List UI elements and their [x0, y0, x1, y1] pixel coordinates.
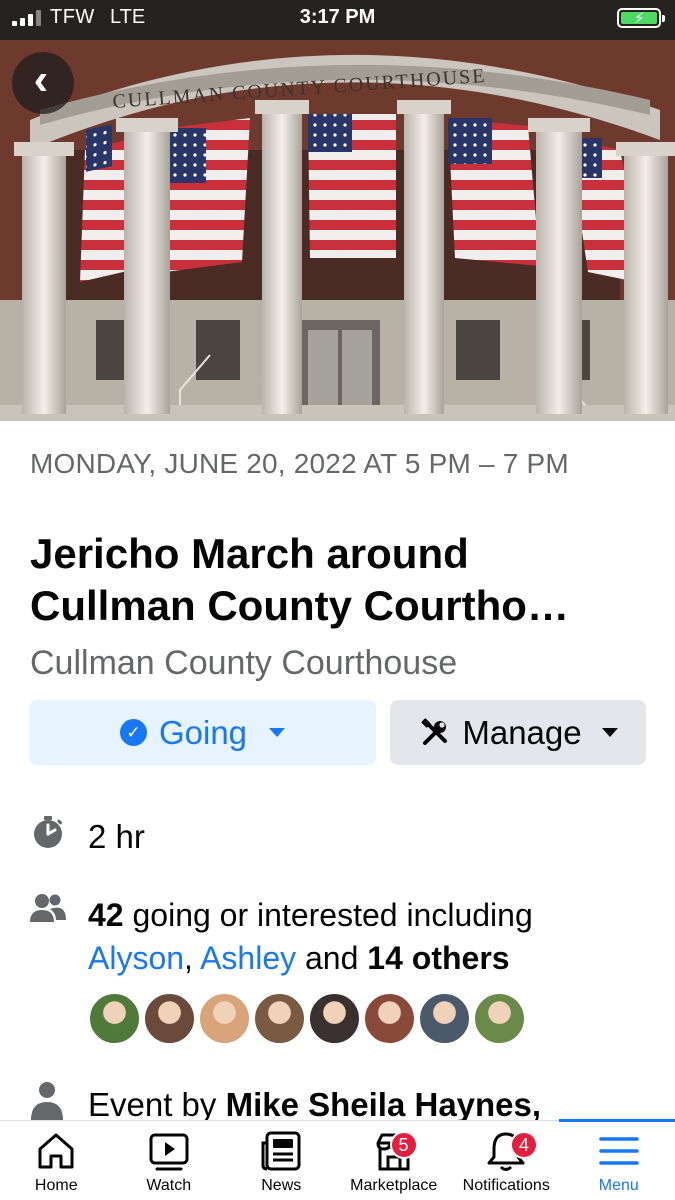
event-cover-photo: CULLMAN COUNTY COURTHOUSE: [0, 0, 675, 421]
tab-home[interactable]: Home: [0, 1121, 113, 1200]
avatar[interactable]: [143, 992, 196, 1045]
going-button[interactable]: ✓ Going: [29, 700, 376, 765]
event-date-time: MONDAY, JUNE 20, 2022 AT 5 PM – 7 PM: [30, 448, 569, 479]
chevron-left-icon: ‹: [33, 55, 49, 104]
friend-link-alyson[interactable]: Alyson: [88, 940, 184, 976]
friend-link-ashley[interactable]: Ashley: [200, 940, 296, 976]
tab-label: Menu: [598, 1177, 639, 1194]
event-title[interactable]: Jericho March around Cullman County Cour…: [30, 528, 650, 632]
status-bar: TFW LTE 3:17 PM ⚡: [0, 0, 675, 36]
others-link[interactable]: 14 others: [367, 940, 509, 976]
avatar[interactable]: [88, 992, 141, 1045]
status-time: 3:17 PM: [299, 6, 376, 28]
tab-label: Notifications: [462, 1177, 550, 1194]
event-duration: 2 hr: [88, 818, 145, 855]
caret-down-icon: [601, 728, 618, 737]
news-icon: [261, 1131, 301, 1171]
avatar[interactable]: [198, 992, 251, 1045]
check-circle-icon: ✓: [119, 719, 147, 746]
avatar[interactable]: [363, 992, 416, 1045]
stopwatch-icon: [34, 816, 63, 848]
host-prefix: Event by: [88, 1086, 226, 1123]
people-icon: [30, 894, 66, 922]
event-host: Event by Mike Sheila Haynes,: [88, 1086, 541, 1124]
marketplace-badge: 5: [389, 1131, 418, 1159]
attendance-count: 42: [88, 897, 124, 933]
caret-down-icon: [269, 728, 286, 737]
tab-label: Marketplace: [350, 1177, 438, 1194]
avatar[interactable]: [418, 992, 471, 1045]
attendance-separator: ,: [184, 940, 201, 976]
avatar[interactable]: [308, 992, 361, 1045]
manage-button[interactable]: Manage: [390, 700, 646, 765]
watch-icon: [149, 1133, 189, 1171]
battery-charging-icon: ⚡: [617, 8, 665, 28]
going-button-label: Going: [158, 713, 248, 751]
manage-button-label: Manage: [462, 713, 582, 751]
person-icon: [31, 1082, 63, 1120]
tab-menu[interactable]: Menu: [558, 1119, 675, 1200]
event-title-line-2: Cullman County Courtho…: [30, 582, 569, 629]
home-icon: [38, 1133, 74, 1169]
tab-marketplace[interactable]: 5 Marketplace: [338, 1121, 451, 1200]
tab-notifications[interactable]: 4 Notifications: [450, 1121, 563, 1200]
attendee-avatars[interactable]: [88, 992, 526, 1045]
avatar[interactable]: [253, 992, 306, 1045]
host-name-link[interactable]: Mike Sheila Haynes,: [226, 1086, 541, 1123]
avatar[interactable]: [473, 992, 526, 1045]
attendance-summary: 42 going or interested including Alyson,…: [88, 894, 648, 980]
tab-label: Watch: [146, 1177, 192, 1194]
tab-label: News: [261, 1177, 302, 1194]
event-location[interactable]: Cullman County Courthouse: [30, 644, 457, 683]
tab-label: Home: [34, 1177, 78, 1194]
notifications-badge: 4: [510, 1131, 538, 1159]
menu-icon: [599, 1137, 639, 1165]
tools-icon: [421, 717, 448, 745]
attendance-and: and: [296, 940, 368, 976]
attendance-text: going or interested including: [123, 897, 533, 933]
back-button[interactable]: ‹: [12, 52, 74, 114]
event-title-line-1: Jericho March around: [30, 530, 469, 577]
courthouse-illustration: CULLMAN COUNTY COURTHOUSE: [0, 0, 675, 421]
bottom-tab-bar: Home Watch News 5 Marketplace 4 Notifica…: [0, 1119, 675, 1200]
tab-news[interactable]: News: [225, 1121, 338, 1200]
tab-watch[interactable]: Watch: [113, 1121, 226, 1200]
